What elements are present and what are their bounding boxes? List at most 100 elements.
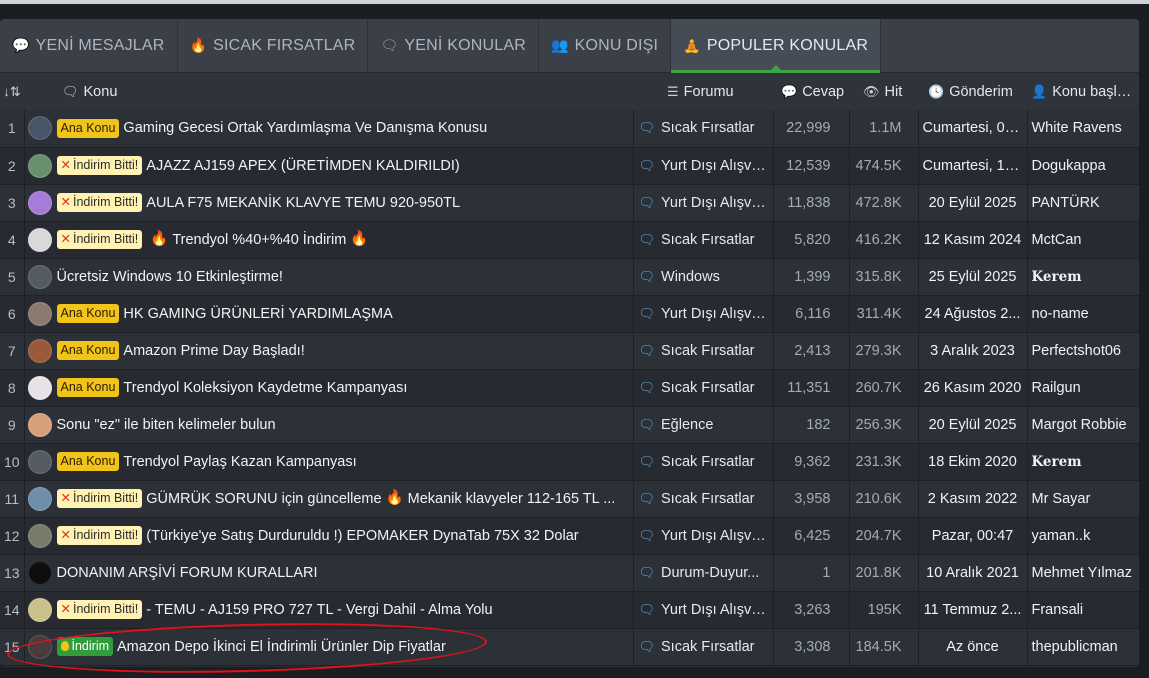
post-date[interactable]: Az önce [918,628,1028,666]
topic-starter-link[interactable]: Dogukappa [1027,147,1139,185]
forum-link[interactable]: Yurt Dışı Alışve... [661,528,771,544]
avatar[interactable] [27,338,52,363]
table-row[interactable]: 7 Ana Konu Amazon Prime Day Başladı! 🗨 Sıcak… [0,332,1139,370]
post-date[interactable]: Cumartesi, 19... [918,147,1028,185]
topic-title-link[interactable]: Ücretsiz Windows 10 Etkinleştirme! [57,269,283,285]
table-row[interactable]: 13 DONANIM ARŞİVİ FORUM KURALLARI 🗨 Durum-D… [0,554,1139,592]
topic-title-link[interactable]: GÜMRÜK SORUNU için güncelleme [146,491,381,507]
forum-link[interactable]: Durum-Duyur... [661,565,759,581]
avatar[interactable] [27,560,52,585]
tab-yeni-mesajlar[interactable]: 💬 YENİ MESAJLAR [0,19,178,72]
topic-title-link[interactable]: Trendyol Paylaş Kazan Kampanyası [123,454,356,470]
forum-link[interactable]: Sıcak Fırsatlar [661,454,754,470]
topic-starter-link[interactable]: no-name [1027,295,1139,333]
topic-title-link[interactable]: AJAZZ AJ159 APEX (ÜRETİMDEN KALDIRILDI) [146,158,459,174]
subject-column-header[interactable]: 🗨 Konu [24,73,633,110]
topic-title-link[interactable]: DONANIM ARŞİVİ FORUM KURALLARI [57,565,318,581]
forum-link[interactable]: Sıcak Fırsatlar [661,343,754,359]
avatar[interactable] [27,375,52,400]
forum-cell[interactable]: 🗨 Sıcak Fırsatlar [633,480,774,518]
table-row[interactable]: 1 Ana Konu Gaming Gecesi Ortak Yardımlaşma… [0,110,1139,148]
post-date[interactable]: 18 Ekim 2020 [918,443,1028,481]
topic-starter-link[interactable]: White Ravens [1027,110,1139,148]
topic-title-link[interactable]: Mekanik klavyeler 112-165 TL ... [408,491,616,507]
table-row[interactable]: 10 Ana Konu Trendyol Paylaş Kazan Kampanya… [0,443,1139,481]
tab-yeni-konular[interactable]: 🗨 YENİ KONULAR [368,19,539,72]
forum-cell[interactable]: 🗨 Sıcak Fırsatlar [633,628,774,666]
topic-cell[interactable]: DONANIM ARŞİVİ FORUM KURALLARI [24,554,634,592]
topic-title-link[interactable]: Amazon Depo İkinci El İndirimli Ürünler … [117,639,446,655]
forum-link[interactable]: Eğlence [661,417,713,433]
post-date[interactable]: Cumartesi, 00... [918,110,1028,148]
sort-desc-icon[interactable]: ↓⇅ [3,84,20,99]
topic-starter-link[interactable]: yaman..k [1027,517,1139,555]
table-row[interactable]: 11 ✕ İndirim Bitti! GÜMRÜK SORUNU için günc… [0,480,1139,518]
forum-link[interactable]: Sıcak Fırsatlar [661,491,754,507]
topic-cell[interactable]: ✕ İndirim Bitti! AJAZZ AJ159 APEX (ÜRETİMD… [24,147,634,185]
table-row[interactable]: 4 ✕ İndirim Bitti! 🔥 Trendyol %40+%40 İndiri… [0,221,1139,259]
tab-sicak-firsatlar[interactable]: 🔥 SICAK FIRSATLAR [178,19,369,72]
topic-cell[interactable]: Ücretsiz Windows 10 Etkinleştirme! [24,258,634,296]
topic-starter-link[interactable]: Fransali [1027,591,1139,629]
avatar[interactable] [27,264,52,289]
forum-link[interactable]: Sıcak Fırsatlar [661,380,754,396]
topic-title-link[interactable]: AULA F75 MEKANİK KLAVYE TEMU 920-950TL [146,195,460,211]
forum-link[interactable]: Yurt Dışı Alışve... [661,195,771,211]
forum-link[interactable]: Yurt Dışı Alışve... [661,306,771,322]
topic-starter-link[interactable]: Mr Sayar [1027,480,1139,518]
forum-link[interactable]: Sıcak Fırsatlar [661,232,754,248]
topic-starter-link[interactable]: Railgun [1027,369,1139,407]
forum-cell[interactable]: 🗨 Windows [633,258,774,296]
replies-column-header[interactable]: 💬 Cevap [773,73,849,110]
post-date[interactable]: 11 Temmuz 2... [918,591,1028,629]
topic-cell[interactable]: Ana Konu Trendyol Paylaş Kazan Kampanyası [24,443,634,481]
forum-cell[interactable]: 🗨 Sıcak Fırsatlar [633,332,774,370]
topic-starter-link[interactable]: thepublicman [1027,628,1139,666]
forum-link[interactable]: Yurt Dışı Alışve... [661,602,771,618]
avatar[interactable] [27,449,52,474]
forum-link[interactable]: Yurt Dışı Alışve... [661,158,771,174]
topic-starter-link[interactable]: Mehmet Yılmaz [1027,554,1139,592]
topic-title-link[interactable]: HK GAMING ÜRÜNLERİ YARDIMLAŞMA [123,306,392,322]
topic-starter-link[interactable]: Margot Robbie [1027,406,1139,444]
forum-cell[interactable]: 🗨 Sıcak Fırsatlar [633,369,774,407]
forum-cell[interactable]: 🗨 Durum-Duyur... [633,554,774,592]
hits-column-header[interactable]: 👁 Hit [849,73,918,110]
topic-title-link[interactable]: Amazon Prime Day Başladı! [123,343,304,359]
topic-starter-link[interactable]: PANTÜRK [1027,184,1139,222]
avatar[interactable] [27,486,52,511]
forum-cell[interactable]: 🗨 Eğlence [633,406,774,444]
topic-title-link[interactable]: Sonu "ez" ile biten kelimeler bulun [57,417,276,433]
topic-cell[interactable]: Ana Konu HK GAMING ÜRÜNLERİ YARDIMLAŞMA [24,295,634,333]
avatar[interactable] [27,597,52,622]
forum-cell[interactable]: 🗨 Yurt Dışı Alışve... [633,184,774,222]
forum-cell[interactable]: 🗨 Yurt Dışı Alışve... [633,591,774,629]
avatar[interactable] [27,190,52,215]
topic-cell[interactable]: ✕ İndirim Bitti! GÜMRÜK SORUNU için güncel… [24,480,634,518]
topic-cell[interactable]: İndirim Amazon Depo İkinci El İndirimli Ü… [24,628,634,666]
starter-column-header[interactable]: 👤 Konu başlatan [1027,73,1139,110]
table-row[interactable]: 15 İndirim Amazon Depo İkinci El İndirimli… [0,628,1139,666]
topic-cell[interactable]: Ana Konu Gaming Gecesi Ortak Yardımlaşma … [24,110,634,148]
table-row[interactable]: 8 Ana Konu Trendyol Koleksiyon Kaydetme Ka… [0,369,1139,407]
post-date[interactable]: 3 Aralık 2023 [918,332,1028,370]
avatar[interactable] [27,523,52,548]
forum-column-header[interactable]: ☰ Forumu [633,73,773,110]
forum-cell[interactable]: 🗨 Yurt Dışı Alışve... [633,517,774,555]
tab-konu-di-i[interactable]: 👥 KONU DIŞI [539,19,672,72]
topic-starter-link[interactable]: Kerem [1027,443,1139,481]
table-row[interactable]: 3 ✕ İndirim Bitti! AULA F75 MEKANİK KLAVYE … [0,184,1139,222]
table-row[interactable]: 5 Ücretsiz Windows 10 Etkinleştirme! 🗨 Wind… [0,258,1139,296]
forum-cell[interactable]: 🗨 Yurt Dışı Alışve... [633,147,774,185]
table-row[interactable]: 9 Sonu "ez" ile biten kelimeler bulun 🗨 Eğl… [0,406,1139,444]
avatar[interactable] [27,227,52,252]
date-column-header[interactable]: 🕓 Gönderim [918,73,1027,110]
topic-starter-link[interactable]: MctCan [1027,221,1139,259]
forum-link[interactable]: Sıcak Fırsatlar [661,120,754,136]
topic-cell[interactable]: Ana Konu Trendyol Koleksiyon Kaydetme Kam… [24,369,634,407]
table-row[interactable]: 12 ✕ İndirim Bitti! (Türkiye'ye Satış Durdu… [0,517,1139,555]
topic-cell[interactable]: ✕ İndirim Bitti! AULA F75 MEKANİK KLAVYE T… [24,184,634,222]
table-row[interactable]: 2 ✕ İndirim Bitti! AJAZZ AJ159 APEX (ÜRETİM… [0,147,1139,185]
avatar[interactable] [27,116,52,141]
post-date[interactable]: 12 Kasım 2024 [918,221,1028,259]
